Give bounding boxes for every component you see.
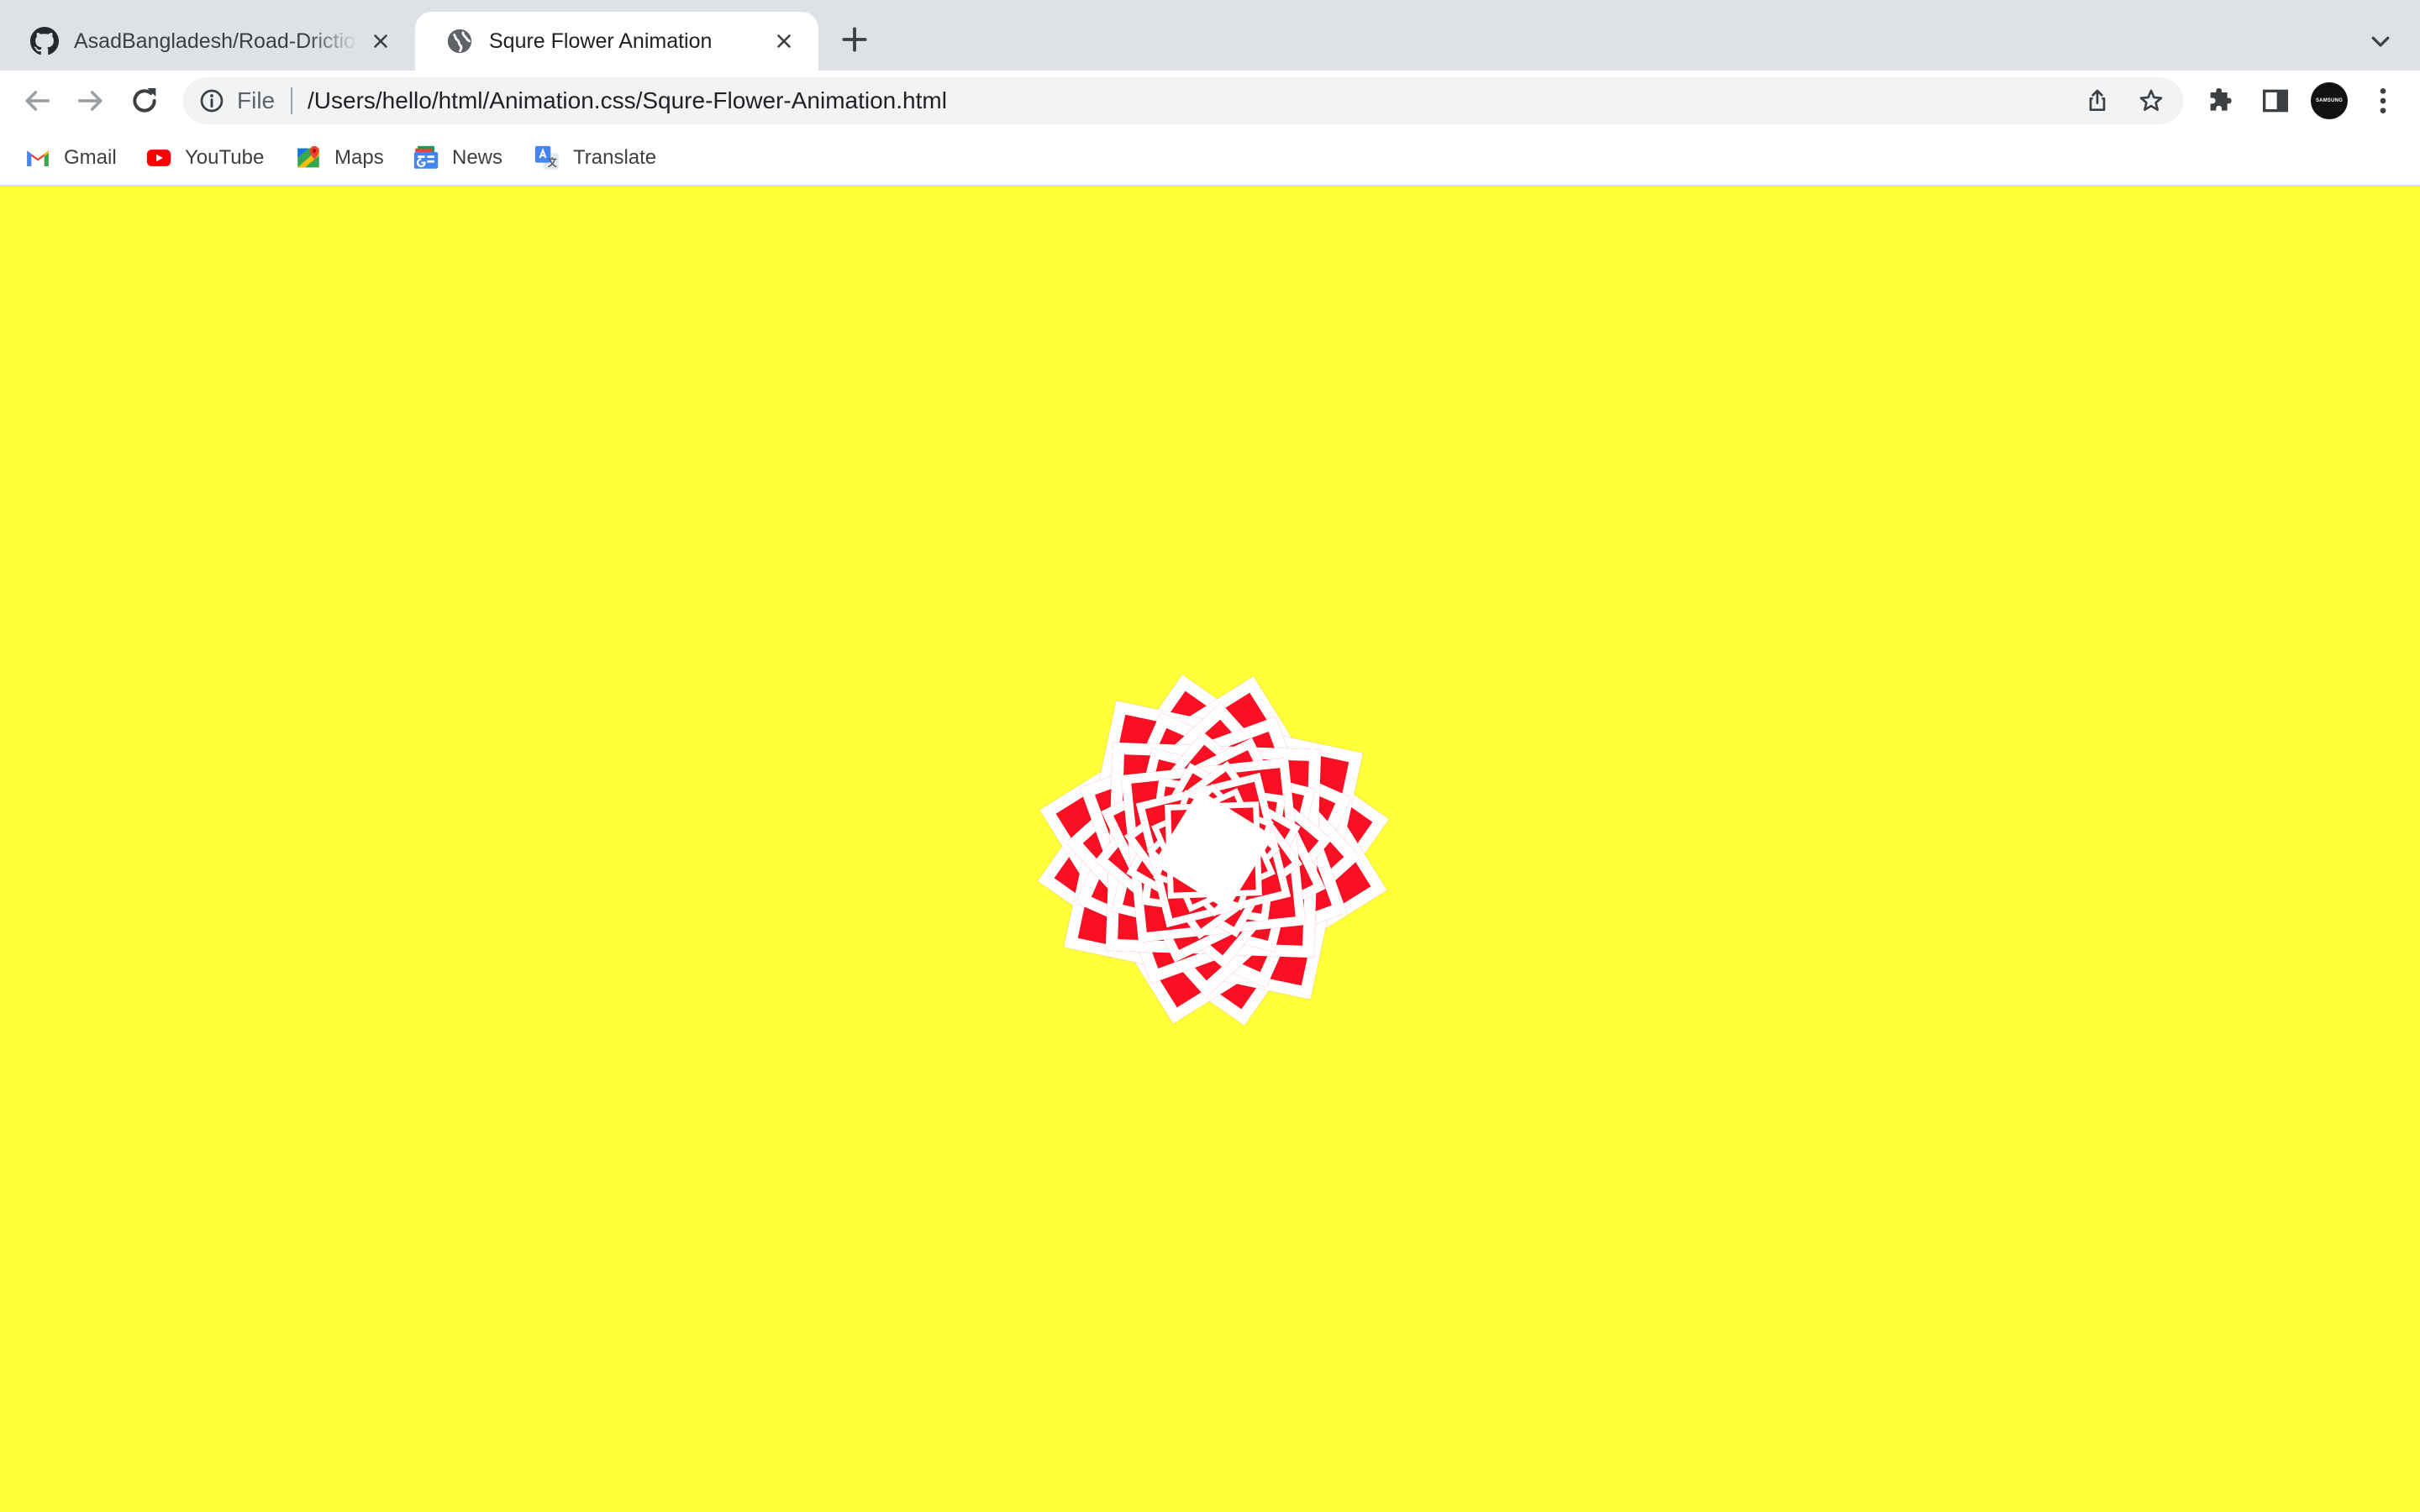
- profile-avatar[interactable]: SAMSUNG: [2311, 82, 2348, 119]
- gmail-icon: [27, 150, 49, 166]
- toolbar: File /Users/hello/html/Animation.css/Squ…: [0, 71, 2420, 131]
- tab-github[interactable]: AsadBangladesh/Road-Driction: [0, 12, 415, 71]
- scheme-label: File: [237, 87, 276, 113]
- github-icon: [30, 27, 59, 55]
- reload-icon[interactable]: [128, 84, 161, 118]
- bookmark-youtube[interactable]: YouTube: [145, 143, 264, 173]
- close-icon[interactable]: [773, 30, 795, 52]
- new-tab-icon[interactable]: [839, 24, 871, 55]
- globe-icon: [447, 29, 472, 54]
- tab-strip: AsadBangladesh/Road-Driction Squre Flowe…: [0, 0, 2420, 71]
- bookmarks-bar: Gmail YouTube Maps News Translate: [0, 131, 2420, 186]
- url-text[interactable]: /Users/hello/html/Animation.css/Squre-Fl…: [308, 77, 947, 124]
- news-icon: [413, 145, 439, 169]
- bookmark-label: Gmail: [64, 146, 117, 169]
- forward-icon[interactable]: [74, 84, 108, 118]
- chevron-down-icon[interactable]: [2368, 29, 2393, 54]
- tab-squre-flower[interactable]: Squre Flower Animation: [415, 12, 818, 71]
- maps-icon: [297, 145, 319, 168]
- star-icon[interactable]: [2138, 87, 2165, 114]
- profile-label: SAMSUNG: [2315, 98, 2344, 103]
- translate-icon: [534, 145, 560, 171]
- info-icon[interactable]: [198, 87, 225, 114]
- side-panel-icon[interactable]: [2259, 84, 2292, 118]
- close-icon[interactable]: [370, 30, 392, 52]
- kebab-menu-icon[interactable]: [2366, 84, 2400, 118]
- tab-title: AsadBangladesh/Road-Driction: [74, 29, 358, 53]
- bookmark-gmail[interactable]: Gmail: [24, 143, 117, 173]
- page-content: [0, 186, 2420, 1512]
- bookmark-label: YouTube: [185, 146, 265, 169]
- separator: [291, 87, 292, 114]
- bookmark-label: News: [452, 146, 503, 169]
- extensions-icon[interactable]: [2205, 84, 2238, 118]
- back-icon[interactable]: [20, 84, 54, 118]
- bookmark-maps[interactable]: Maps: [294, 143, 384, 173]
- bookmark-translate[interactable]: Translate: [533, 143, 656, 173]
- address-bar[interactable]: File /Users/hello/html/Animation.css/Squ…: [183, 77, 2183, 124]
- youtube-icon: [146, 150, 171, 166]
- share-icon[interactable]: [2084, 87, 2111, 114]
- bookmark-label: Maps: [334, 146, 384, 169]
- bookmark-label: Translate: [573, 146, 657, 169]
- tab-title: Squre Flower Animation: [489, 29, 713, 53]
- bookmark-news[interactable]: News: [412, 143, 502, 173]
